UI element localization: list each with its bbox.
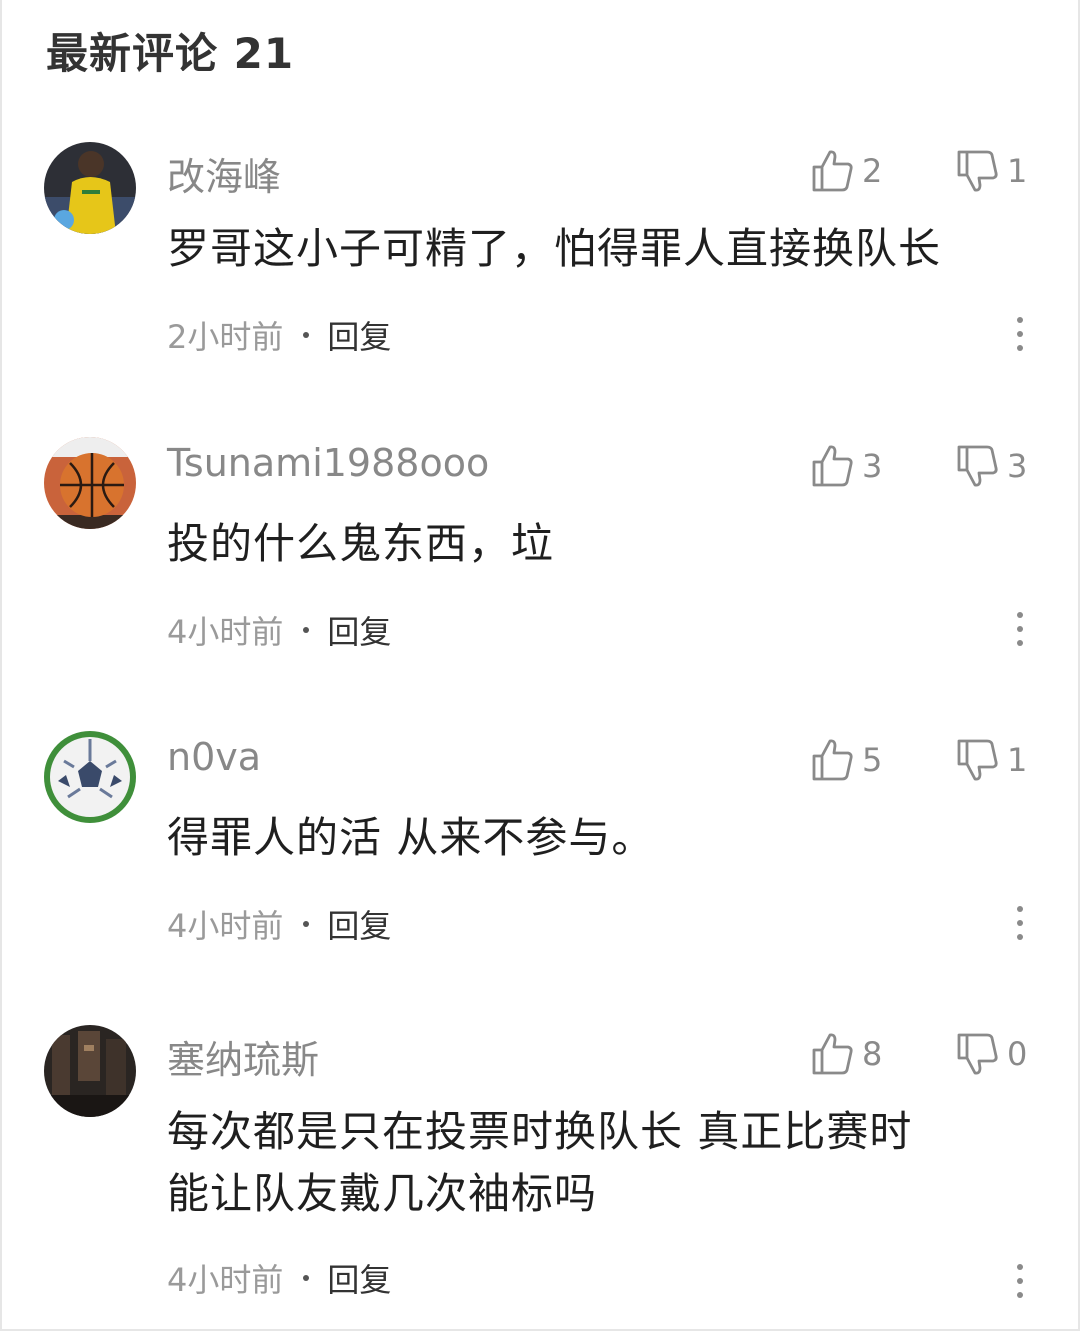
username[interactable]: 塞纳琉斯 xyxy=(167,1029,319,1084)
more-options-icon[interactable] xyxy=(1008,903,1032,943)
username[interactable]: Tsunami1988ooo xyxy=(167,441,489,485)
thumbs-down-icon xyxy=(957,150,998,192)
separator-dot xyxy=(303,627,310,633)
dislike-count: 1 xyxy=(1007,741,1028,779)
dislike-count: 3 xyxy=(1007,447,1028,485)
comment-meta: 4小时前 回复 xyxy=(167,607,391,653)
dislike-button[interactable]: 3 xyxy=(955,443,1027,489)
dislike-button[interactable]: 1 xyxy=(955,148,1027,194)
like-count: 5 xyxy=(862,741,883,779)
like-button[interactable]: 5 xyxy=(810,737,882,783)
kid-yellow-jersey-avatar-icon xyxy=(44,142,136,234)
avatar[interactable] xyxy=(44,1025,136,1117)
comment-time: 4小时前 xyxy=(167,907,284,945)
username[interactable]: n0va xyxy=(167,735,261,779)
reply-button[interactable]: 回复 xyxy=(327,1255,391,1301)
like-count: 2 xyxy=(862,152,883,190)
more-options-icon[interactable] xyxy=(1008,609,1032,649)
avatar[interactable] xyxy=(44,437,136,529)
comment-time: 4小时前 xyxy=(167,613,284,651)
separator-dot xyxy=(303,332,310,338)
comment-meta: 4小时前 回复 xyxy=(167,901,391,947)
comment-text: 每次都是只在投票时换队长 真正比赛时 能让队友戴几次袖标吗 xyxy=(167,1101,997,1225)
comment-meta: 2小时前 回复 xyxy=(167,312,391,358)
section-title: 最新评论 21 xyxy=(46,29,295,78)
more-options-icon[interactable] xyxy=(1008,314,1032,354)
dislike-count: 1 xyxy=(1007,152,1028,190)
comment-text-line: 罗哥这小子可精了，怕得罪人直接换队长 xyxy=(167,224,942,273)
thumbs-down-icon xyxy=(957,445,998,487)
more-options-icon[interactable] xyxy=(1008,1261,1032,1301)
thumbs-up-icon xyxy=(812,150,853,192)
dark-room-avatar-icon xyxy=(44,1025,136,1117)
like-count: 3 xyxy=(862,447,883,485)
comment-meta: 4小时前 回复 xyxy=(167,1255,391,1301)
comment-text-line: 得罪人的活 从来不参与。 xyxy=(167,813,655,862)
soccer-ball-avatar-icon xyxy=(44,731,136,823)
comment-text-line: 能让队友戴几次袖标吗 xyxy=(167,1169,598,1218)
comment-text: 罗哥这小子可精了，怕得罪人直接换队长 xyxy=(167,218,997,280)
separator-dot xyxy=(303,921,310,927)
comment-text-line: 投的什么鬼东西，垃 xyxy=(167,519,555,568)
thumbs-up-icon xyxy=(812,1033,853,1075)
avatar[interactable] xyxy=(44,142,136,234)
thumbs-down-icon xyxy=(957,739,998,781)
avatar[interactable] xyxy=(44,731,136,823)
username[interactable]: 改海峰 xyxy=(167,146,281,201)
dislike-button[interactable]: 0 xyxy=(955,1031,1027,1077)
like-count: 8 xyxy=(862,1035,883,1073)
like-button[interactable]: 2 xyxy=(810,148,882,194)
comment-text-line: 每次都是只在投票时换队长 真正比赛时 xyxy=(167,1107,913,1156)
comment-text: 投的什么鬼东西，垃 xyxy=(167,513,997,575)
like-button[interactable]: 3 xyxy=(810,443,882,489)
comment-text: 得罪人的活 从来不参与。 xyxy=(167,807,997,869)
dislike-count: 0 xyxy=(1007,1035,1028,1073)
comment-time: 4小时前 xyxy=(167,1261,284,1299)
reply-button[interactable]: 回复 xyxy=(327,607,391,653)
dislike-button[interactable]: 1 xyxy=(955,737,1027,783)
like-button[interactable]: 8 xyxy=(810,1031,882,1077)
comment-time: 2小时前 xyxy=(167,318,284,356)
reply-button[interactable]: 回复 xyxy=(327,312,391,358)
basketball-avatar-icon xyxy=(44,437,136,529)
thumbs-down-icon xyxy=(957,1033,998,1075)
reply-button[interactable]: 回复 xyxy=(327,901,391,947)
thumbs-up-icon xyxy=(812,739,853,781)
thumbs-up-icon xyxy=(812,445,853,487)
separator-dot xyxy=(303,1275,310,1281)
